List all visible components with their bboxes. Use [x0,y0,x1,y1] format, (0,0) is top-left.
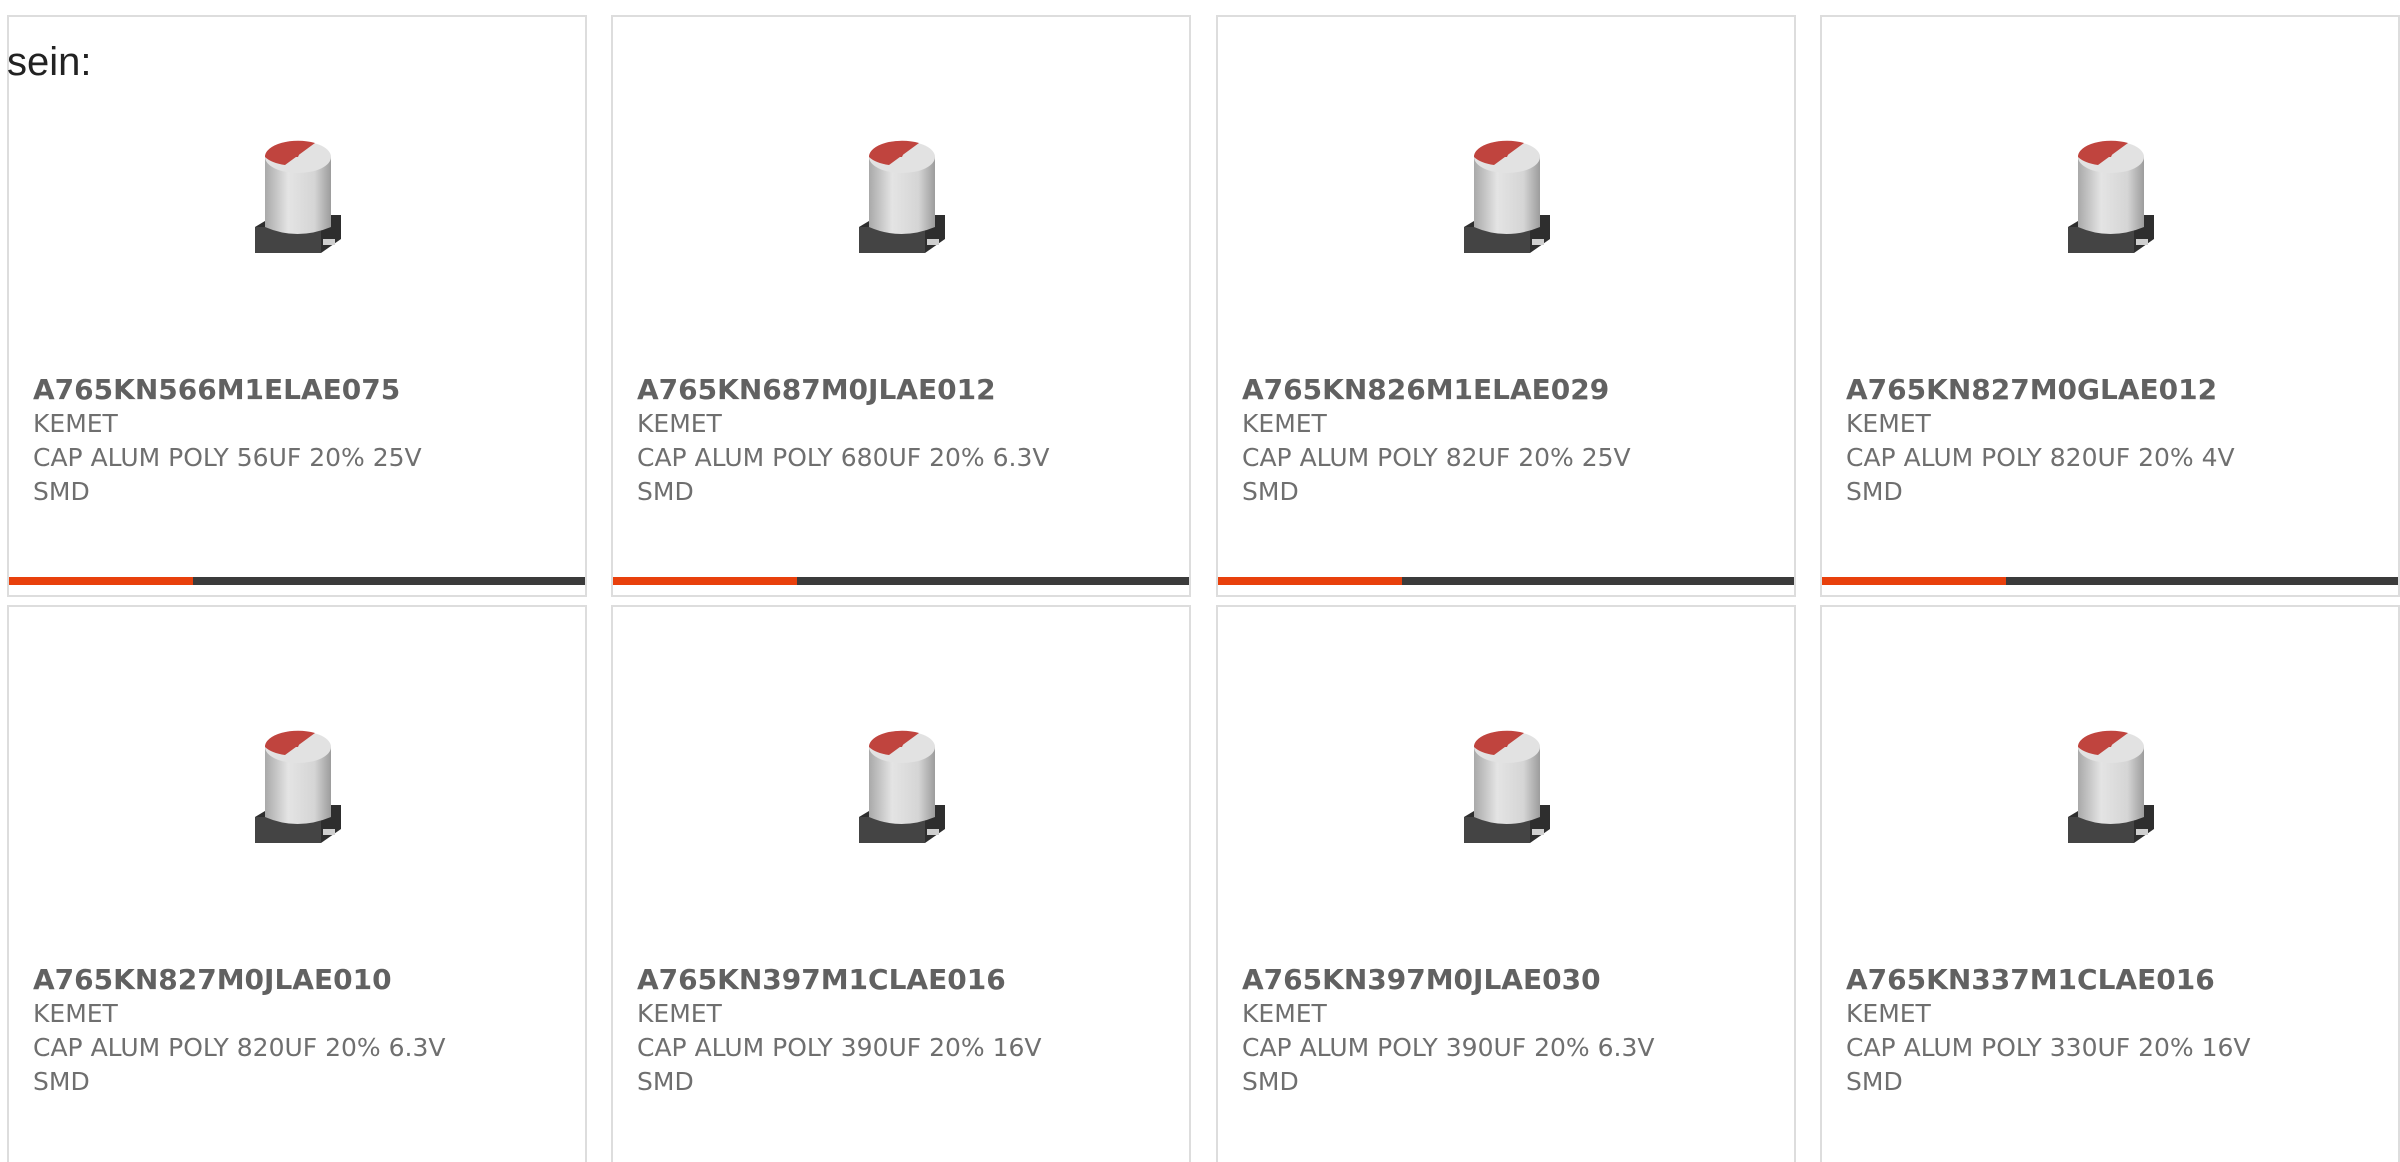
description-text: CAP ALUM POLY 390UF 20% 6.3V [1242,1033,1655,1062]
capacitor-image[interactable] [9,135,585,285]
part-number-link[interactable]: A765KN687M0JLAE012 [637,373,1169,407]
description-text: CAP ALUM POLY 680UF 20% 6.3V [637,443,1050,472]
description-text: CAP ALUM POLY 820UF 20% 4V [1846,443,2235,472]
manufacturer-label: KEMET [1242,999,1327,1028]
product-card[interactable]: A765KN397M1CLAE016 KEMET CAP ALUM POLY 390… [611,605,1191,1162]
product-card[interactable]: A765KN566M1ELAE075 KEMET CAP ALUM POLY 56U… [7,15,587,597]
product-info: A765KN826M1ELAE029 KEMET CAP ALUM POLY 82U… [1242,373,1774,509]
intro-text: sein: [7,40,92,84]
product-card[interactable]: A765KN687M0JLAE012 KEMET CAP ALUM POLY 680… [611,15,1191,597]
manufacturer-label: KEMET [33,409,118,438]
mount-type-text: SMD [1242,477,1299,506]
manufacturer-label: KEMET [637,409,722,438]
description-text: CAP ALUM POLY 56UF 20% 25V [33,443,422,472]
mount-type-text: SMD [1242,1067,1299,1096]
progress-fill [9,577,194,585]
manufacturer-label: KEMET [1846,999,1931,1028]
progress-fill [1822,577,2007,585]
progress-bar [1822,577,2398,585]
product-card[interactable]: A765KN826M1ELAE029 KEMET CAP ALUM POLY 82U… [1216,15,1796,597]
part-number-link[interactable]: A765KN827M0GLAE012 [1846,373,2378,407]
product-info: A765KN566M1ELAE075 KEMET CAP ALUM POLY 56U… [33,373,565,509]
product-card[interactable]: A765KN397M0JLAE030 KEMET CAP ALUM POLY 390… [1216,605,1796,1162]
manufacturer-label: KEMET [33,999,118,1028]
progress-fill [1218,577,1403,585]
manufacturer-label: KEMET [1242,409,1327,438]
progress-fill [613,577,798,585]
progress-track [2006,577,2398,585]
mount-type-text: SMD [1846,1067,1903,1096]
part-number-link[interactable]: A765KN826M1ELAE029 [1242,373,1774,407]
part-number-link[interactable]: A765KN827M0JLAE010 [33,963,565,997]
capacitor-image[interactable] [9,725,585,875]
product-card[interactable]: A765KN827M0JLAE010 KEMET CAP ALUM POLY 820… [7,605,587,1162]
product-grid-page: sein: A765KN566M1ELAE075 KEMET CAP ALUM PO… [0,0,2400,1162]
progress-bar [1218,577,1794,585]
progress-bar [9,577,585,585]
part-number-link[interactable]: A765KN337M1CLAE016 [1846,963,2378,997]
mount-type-text: SMD [637,477,694,506]
product-info: A765KN827M0GLAE012 KEMET CAP ALUM POLY 820… [1846,373,2378,509]
manufacturer-label: KEMET [637,999,722,1028]
product-info: A765KN397M1CLAE016 KEMET CAP ALUM POLY 390… [637,963,1169,1099]
description-text: CAP ALUM POLY 330UF 20% 16V [1846,1033,2251,1062]
product-info: A765KN687M0JLAE012 KEMET CAP ALUM POLY 680… [637,373,1169,509]
product-card[interactable]: A765KN337M1CLAE016 KEMET CAP ALUM POLY 330… [1820,605,2400,1162]
description-text: CAP ALUM POLY 82UF 20% 25V [1242,443,1631,472]
capacitor-image[interactable] [613,135,1189,285]
progress-bar [613,577,1189,585]
mount-type-text: SMD [33,1067,90,1096]
mount-type-text: SMD [1846,477,1903,506]
progress-track [797,577,1189,585]
progress-track [193,577,585,585]
capacitor-image[interactable] [1218,135,1794,285]
part-number-link[interactable]: A765KN397M1CLAE016 [637,963,1169,997]
product-info: A765KN337M1CLAE016 KEMET CAP ALUM POLY 330… [1846,963,2378,1099]
mount-type-text: SMD [637,1067,694,1096]
mount-type-text: SMD [33,477,90,506]
progress-track [1402,577,1794,585]
part-number-link[interactable]: A765KN566M1ELAE075 [33,373,565,407]
product-info: A765KN397M0JLAE030 KEMET CAP ALUM POLY 390… [1242,963,1774,1099]
description-text: CAP ALUM POLY 390UF 20% 16V [637,1033,1042,1062]
product-info: A765KN827M0JLAE010 KEMET CAP ALUM POLY 820… [33,963,565,1099]
product-card[interactable]: A765KN827M0GLAE012 KEMET CAP ALUM POLY 820… [1820,15,2400,597]
capacitor-image[interactable] [1822,725,2398,875]
capacitor-image[interactable] [1218,725,1794,875]
capacitor-image[interactable] [1822,135,2398,285]
capacitor-image[interactable] [613,725,1189,875]
manufacturer-label: KEMET [1846,409,1931,438]
part-number-link[interactable]: A765KN397M0JLAE030 [1242,963,1774,997]
description-text: CAP ALUM POLY 820UF 20% 6.3V [33,1033,446,1062]
